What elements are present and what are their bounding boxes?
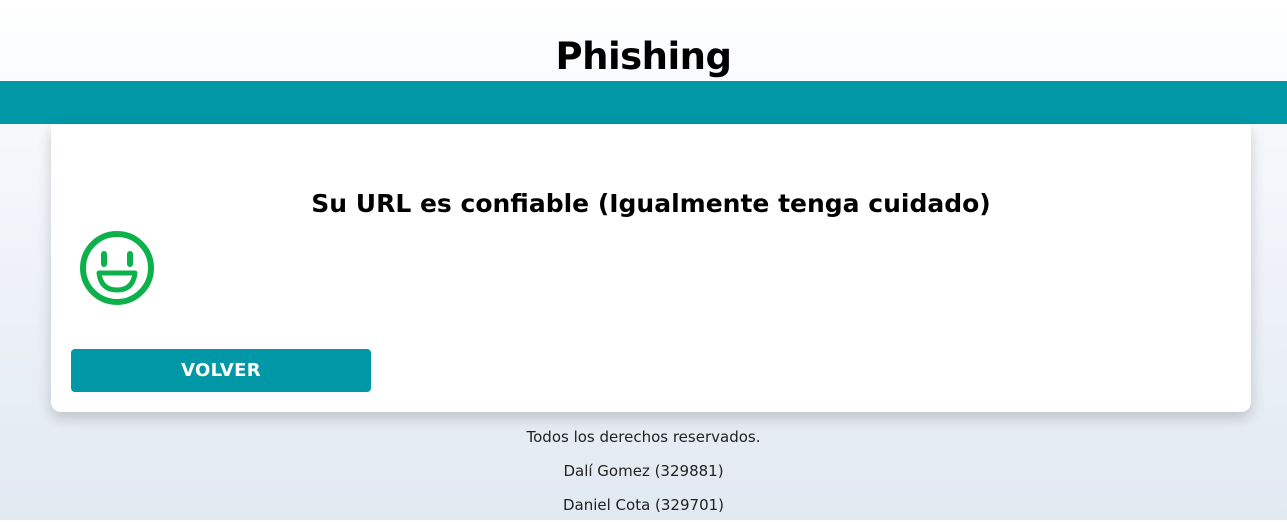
footer-author: Daniel Cota (329701) [562, 496, 725, 514]
page-title: Phishing [555, 34, 732, 78]
result-card: Su URL es confiable (Igualmente tenga cu… [51, 124, 1251, 412]
back-button[interactable]: VOLVER [71, 349, 371, 392]
result-message: Su URL es confiable (Igualmente tenga cu… [311, 188, 991, 218]
header-band [0, 81, 1287, 124]
footer-author: Dalí Gomez (329881) [563, 462, 724, 480]
footer: Todos los derechos reservados. Dalí Gome… [0, 420, 1287, 522]
footer-rights: Todos los derechos reservados. [526, 428, 761, 446]
smile-icon [80, 231, 154, 305]
